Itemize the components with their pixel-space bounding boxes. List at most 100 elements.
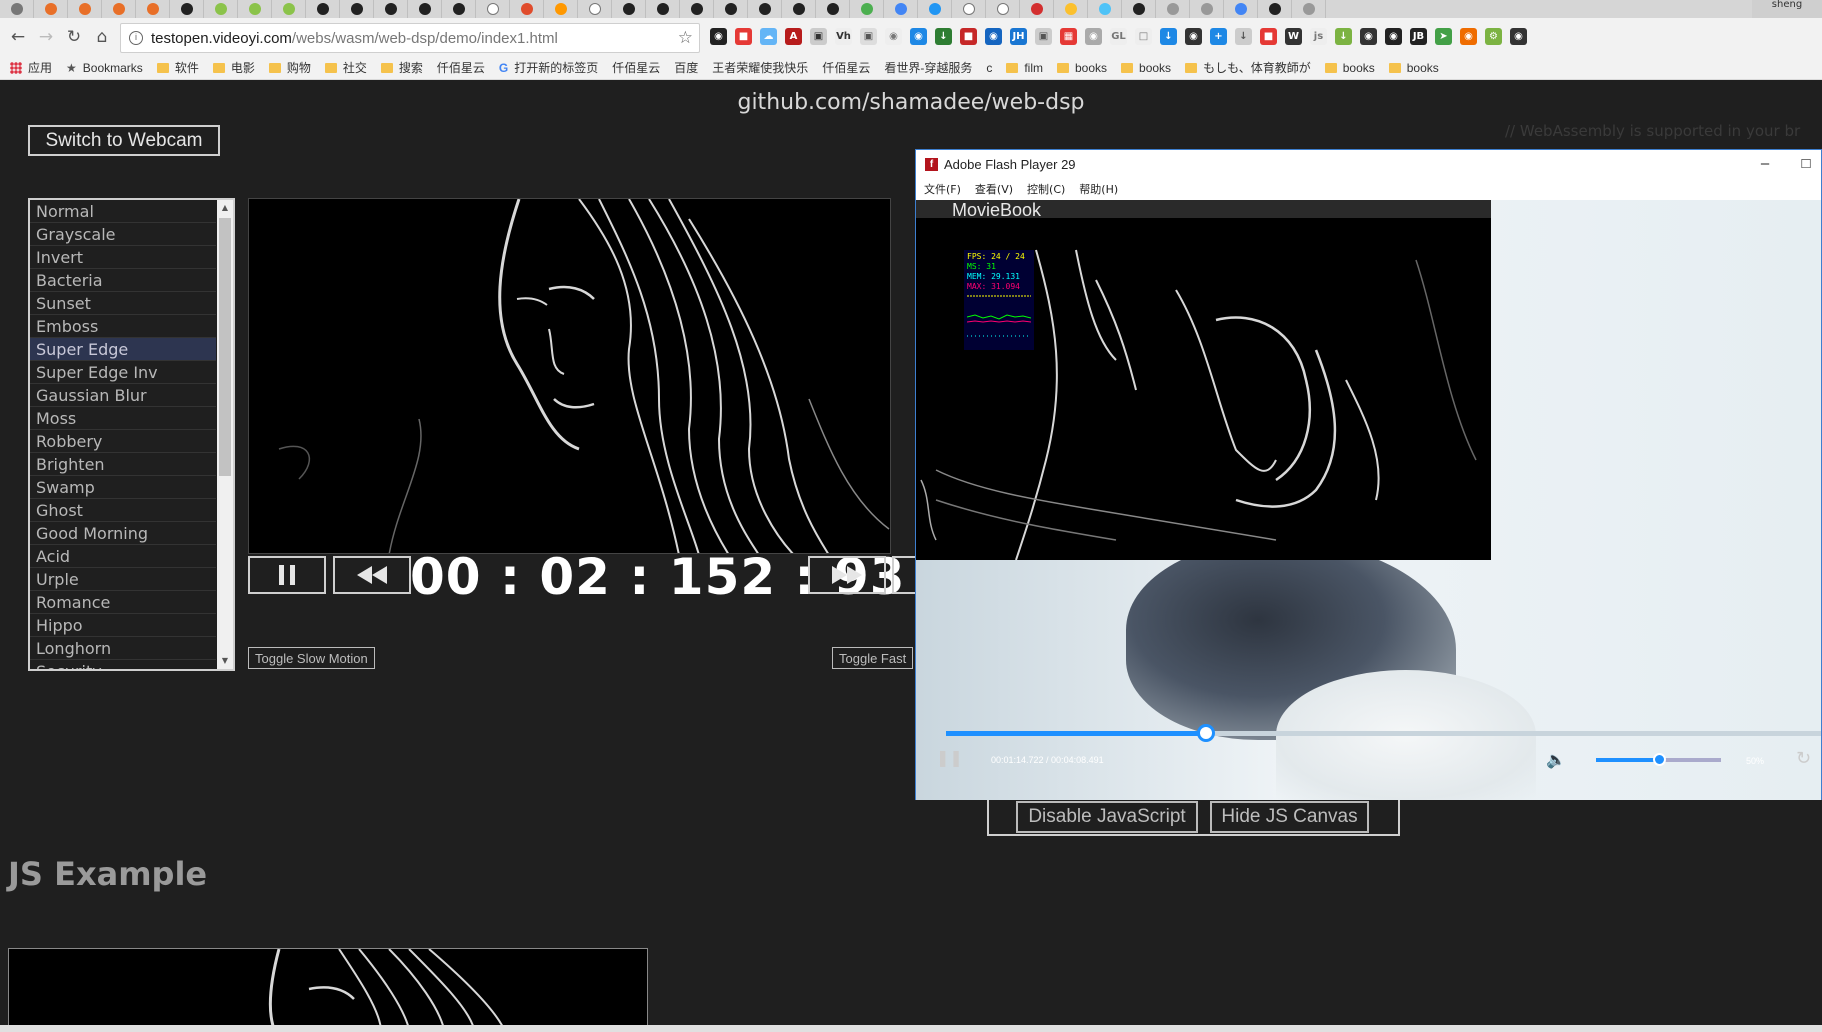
filter-option[interactable]: Super Edge Inv (30, 361, 216, 384)
minimize-icon[interactable]: – (1755, 154, 1775, 174)
toggle-slow-motion-button[interactable]: Toggle Slow Motion (248, 647, 375, 669)
tab-favicon[interactable] (1224, 0, 1258, 18)
bookmark-item[interactable]: 仟佰星云 (437, 59, 485, 76)
extension-icon[interactable]: ■ (735, 28, 752, 45)
extension-icon[interactable]: ◉ (1185, 28, 1202, 45)
tab-favicon[interactable] (646, 0, 680, 18)
rewind-button[interactable] (333, 556, 411, 594)
replay-icon[interactable]: ↻ (1796, 748, 1811, 769)
bookmark-item[interactable]: もしも、体育教師が (1185, 59, 1311, 76)
flash-title-bar[interactable]: f Adobe Flash Player 29 – □ (916, 150, 1821, 178)
filter-option[interactable]: Ghost (30, 499, 216, 522)
toggle-fast-button[interactable]: Toggle Fast (832, 647, 914, 669)
tab-favicon[interactable] (102, 0, 136, 18)
tab-favicon[interactable] (986, 0, 1020, 18)
switch-to-webcam-button[interactable]: Switch to Webcam (28, 125, 220, 156)
tab-favicon[interactable] (136, 0, 170, 18)
tab-favicon[interactable] (510, 0, 544, 18)
tab-favicon[interactable] (34, 0, 68, 18)
profile-badge[interactable]: sheng (1752, 0, 1822, 18)
extension-icon[interactable]: ↓ (935, 28, 952, 45)
play-pause-icon[interactable]: ❚❚ (936, 748, 963, 768)
tab-favicon[interactable] (1122, 0, 1156, 18)
filter-option[interactable]: Romance (30, 591, 216, 614)
bookmark-item[interactable]: 仟佰星云 (612, 59, 660, 76)
tab-favicon[interactable] (782, 0, 816, 18)
filter-option[interactable]: Swamp (30, 476, 216, 499)
filter-option[interactable]: Super Edge (30, 338, 216, 361)
tab-favicon[interactable] (442, 0, 476, 18)
reload-icon[interactable]: ↻ (60, 23, 88, 51)
tab-favicon[interactable] (1292, 0, 1326, 18)
tab-favicon[interactable] (1156, 0, 1190, 18)
extension-icon[interactable]: ↓ (1235, 28, 1252, 45)
maximize-icon[interactable]: □ (1796, 154, 1816, 174)
home-icon[interactable]: ⌂ (88, 23, 116, 51)
scroll-thumb[interactable] (219, 218, 231, 476)
pause-button[interactable] (248, 556, 326, 594)
extension-icon[interactable]: □ (1135, 28, 1152, 45)
extension-icon[interactable]: ▦ (1060, 28, 1077, 45)
filter-list-scrollbar[interactable]: ▲ ▼ (217, 200, 233, 669)
bookmark-item[interactable]: 购物 (268, 59, 311, 76)
bookmark-item[interactable]: 电影 (212, 59, 255, 76)
tab-favicon[interactable] (850, 0, 884, 18)
filter-option[interactable]: Good Morning (30, 522, 216, 545)
filter-option[interactable]: Moss (30, 407, 216, 430)
filter-option[interactable]: Bacteria (30, 269, 216, 292)
tab-favicon[interactable] (612, 0, 646, 18)
hide-js-canvas-button[interactable]: Hide JS Canvas (1210, 801, 1369, 833)
extension-icon[interactable]: ↓ (1335, 28, 1352, 45)
forward-icon[interactable]: → (32, 23, 60, 51)
tab-favicon[interactable] (272, 0, 306, 18)
extension-icon[interactable]: ◉ (1510, 28, 1527, 45)
bookmark-item[interactable]: ★ Bookmarks (66, 61, 143, 75)
extension-icon[interactable]: ▣ (860, 28, 877, 45)
disable-javascript-button[interactable]: Disable JavaScript (1016, 801, 1198, 833)
extension-icon[interactable]: ☁ (760, 28, 777, 45)
tab-favicon[interactable] (170, 0, 204, 18)
extension-icon[interactable]: W (1285, 28, 1302, 45)
filter-option[interactable]: Invert (30, 246, 216, 269)
filter-option[interactable]: Normal (30, 200, 216, 223)
bookmark-item[interactable]: G 打开新的标签页 (499, 59, 598, 76)
scroll-up-icon[interactable]: ▲ (217, 200, 233, 216)
tab-favicon[interactable] (476, 0, 510, 18)
extension-icon[interactable]: ◉ (1360, 28, 1377, 45)
extension-icon[interactable]: ▣ (1035, 28, 1052, 45)
bookmark-item[interactable]: 百度 (674, 59, 698, 76)
bookmark-item[interactable]: books (1324, 61, 1375, 75)
bookmark-item[interactable]: 仟佰星云 (822, 59, 870, 76)
extension-icon[interactable]: ◉ (710, 28, 727, 45)
tab-favicon[interactable] (544, 0, 578, 18)
seek-handle[interactable] (1196, 724, 1215, 742)
bookmark-item[interactable]: 应用 (10, 59, 52, 76)
volume-icon[interactable]: 🔈 (1546, 750, 1566, 769)
filter-option[interactable]: Robbery (30, 430, 216, 453)
bookmark-item[interactable]: 软件 (156, 59, 199, 76)
bookmark-item[interactable]: c (986, 61, 992, 75)
fast-forward-button[interactable] (808, 556, 886, 594)
filter-option[interactable]: Security (30, 660, 216, 669)
extension-icon[interactable]: js (1310, 28, 1327, 45)
extension-icon[interactable]: Vh (835, 28, 852, 45)
tab-favicon[interactable] (238, 0, 272, 18)
scroll-down-icon[interactable]: ▼ (217, 653, 233, 669)
tab-favicon[interactable] (1190, 0, 1224, 18)
filter-option[interactable]: Grayscale (30, 223, 216, 246)
tab-favicon[interactable] (306, 0, 340, 18)
tab-favicon[interactable] (816, 0, 850, 18)
bookmark-item[interactable]: 看世界-穿越服务 (884, 59, 972, 76)
filter-list[interactable]: Normal Grayscale Invert Bacteria Sunset Embos… (28, 198, 235, 671)
extension-icon[interactable]: ■ (1260, 28, 1277, 45)
extension-icon[interactable]: ◉ (1460, 28, 1477, 45)
tab-favicon[interactable] (884, 0, 918, 18)
extension-icon[interactable]: ◉ (1385, 28, 1402, 45)
filter-option[interactable]: Brighten (30, 453, 216, 476)
extension-icon[interactable]: JB (1410, 28, 1427, 45)
tab-favicon[interactable] (204, 0, 238, 18)
tab-favicon[interactable] (680, 0, 714, 18)
filter-option[interactable]: Longhorn (30, 637, 216, 660)
tab-favicon[interactable] (714, 0, 748, 18)
extension-icon[interactable]: ◉ (910, 28, 927, 45)
